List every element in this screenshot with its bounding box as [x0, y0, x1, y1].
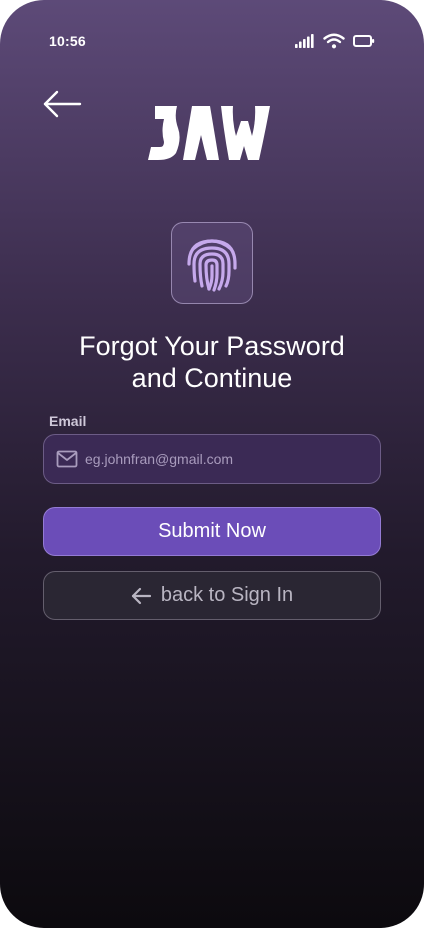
fingerprint-badge	[171, 222, 253, 304]
title-line-1: Forgot Your Password	[79, 331, 345, 361]
phone-screen: 10:56 Forgot Your Password and Continue …	[0, 0, 424, 928]
back-to-sign-in-button[interactable]: back to Sign In	[43, 571, 381, 620]
wifi-icon	[323, 33, 345, 49]
email-field[interactable]	[43, 434, 381, 484]
status-time: 10:56	[49, 33, 86, 49]
mail-icon	[56, 450, 78, 468]
back-to-sign-in-label: back to Sign In	[160, 584, 294, 606]
submit-button[interactable]: Submit Now	[43, 507, 381, 556]
email-input[interactable]	[85, 451, 380, 467]
battery-icon	[353, 35, 375, 47]
arrow-left-icon	[131, 587, 151, 604]
signal-icon	[295, 34, 314, 48]
page-title: Forgot Your Password and Continue	[30, 330, 394, 394]
back-button[interactable]	[40, 86, 84, 122]
app-logo	[148, 106, 270, 160]
submit-button-label: Submit Now	[158, 520, 266, 542]
fingerprint-icon	[187, 239, 237, 292]
arrow-left-icon	[43, 90, 82, 118]
email-label: Email	[49, 413, 87, 429]
status-icons	[295, 33, 375, 49]
title-line-2: and Continue	[131, 363, 293, 393]
status-bar: 10:56	[49, 30, 375, 52]
